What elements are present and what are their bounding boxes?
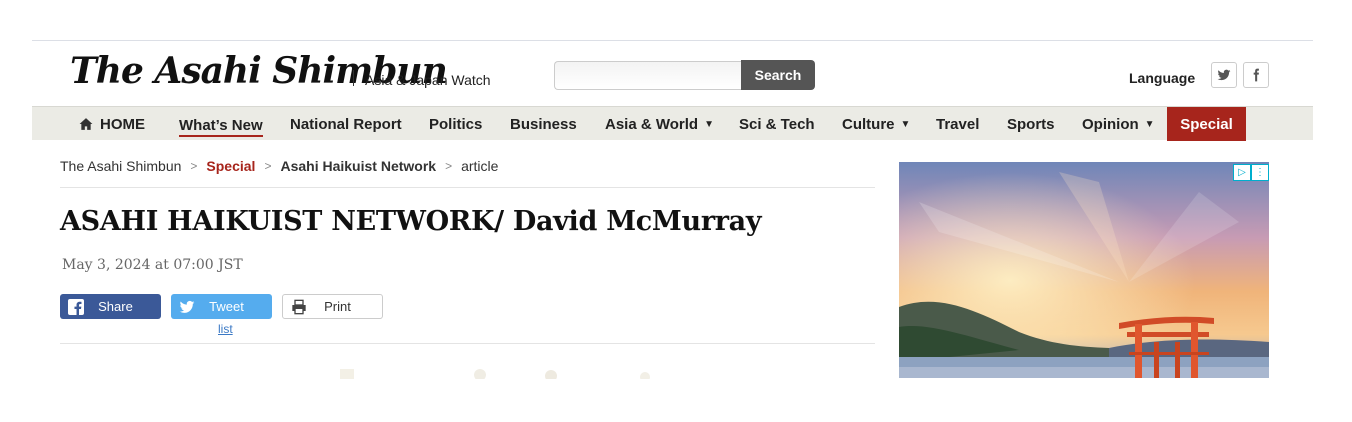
- nav-item-culture-label: Culture: [842, 115, 895, 133]
- article-headline: ASAHI HAIKUIST NETWORK/ David McMurray: [60, 206, 762, 237]
- nav-item-politics[interactable]: Politics: [429, 107, 482, 141]
- ad-image: [899, 162, 1269, 378]
- breadcrumb: The Asahi Shimbun > Special > Asahi Haik…: [60, 158, 498, 174]
- nav-item-sports[interactable]: Sports: [1007, 107, 1055, 141]
- nav-item-opinion-label: Opinion: [1082, 115, 1139, 133]
- nav-item-asia-world-label: Asia & World: [605, 115, 699, 133]
- facebook-icon[interactable]: [1243, 62, 1269, 88]
- site-tagline: Asia & Japan Watch: [365, 72, 491, 88]
- search-input[interactable]: [554, 61, 742, 90]
- nav-item-special[interactable]: Special: [1167, 107, 1246, 141]
- tweet-list-link[interactable]: list: [218, 322, 233, 336]
- breadcrumb-root[interactable]: The Asahi Shimbun: [60, 158, 181, 174]
- nav-item-whats-new[interactable]: What’s New: [179, 113, 263, 137]
- search-button[interactable]: Search: [741, 60, 815, 90]
- breadcrumb-section[interactable]: Special: [206, 158, 255, 174]
- twitter-icon: [179, 300, 195, 313]
- facebook-icon: [68, 298, 84, 315]
- nav-item-travel[interactable]: Travel: [936, 107, 979, 141]
- breadcrumb-separator: >: [445, 159, 453, 173]
- breadcrumb-divider: [60, 187, 875, 188]
- breadcrumb-current: article: [461, 158, 499, 174]
- print-button[interactable]: Print: [282, 294, 383, 319]
- caret-down-icon: ▼: [1144, 118, 1155, 130]
- article-date: May 3, 2024 at 07:00 JST: [62, 257, 243, 273]
- tweet-button[interactable]: Tweet: [171, 294, 272, 319]
- ad-choices-icon[interactable]: ▷: [1233, 164, 1251, 181]
- nav-item-national-report[interactable]: National Report: [290, 107, 402, 141]
- advertisement[interactable]: ▷ ⋮: [899, 162, 1269, 378]
- print-label: Print: [324, 299, 351, 314]
- facebook-share-button[interactable]: Share: [60, 294, 161, 319]
- print-icon: [292, 299, 306, 314]
- breadcrumb-separator: >: [264, 159, 272, 173]
- breadcrumb-separator: >: [190, 159, 198, 173]
- article-image-top: [340, 369, 650, 379]
- caret-down-icon: ▼: [704, 118, 714, 130]
- main-nav: HOME What’s New National Report Politics…: [32, 106, 1313, 141]
- nav-item-asia-world[interactable]: Asia & World ▼: [605, 107, 714, 141]
- facebook-share-label: Share: [98, 299, 133, 314]
- home-icon: [79, 118, 93, 130]
- nav-home[interactable]: HOME: [79, 107, 145, 141]
- nav-home-label: HOME: [100, 115, 145, 133]
- share-divider: [60, 343, 875, 344]
- tweet-label: Tweet: [209, 299, 244, 314]
- nav-item-culture[interactable]: Culture ▼: [842, 107, 910, 141]
- ad-menu-icon[interactable]: ⋮: [1251, 164, 1269, 181]
- nav-item-business[interactable]: Business: [510, 107, 577, 141]
- ad-choices[interactable]: ▷ ⋮: [1233, 164, 1269, 181]
- nav-item-sci-tech[interactable]: Sci & Tech: [739, 107, 815, 141]
- logo-divider: [353, 70, 354, 86]
- language-selector[interactable]: Language: [1129, 70, 1195, 86]
- top-divider: [32, 40, 1313, 41]
- caret-down-icon: ▼: [900, 118, 911, 130]
- nav-item-opinion[interactable]: Opinion ▼: [1082, 107, 1155, 141]
- breadcrumb-subsection[interactable]: Asahi Haikuist Network: [280, 158, 436, 174]
- twitter-icon[interactable]: [1211, 62, 1237, 88]
